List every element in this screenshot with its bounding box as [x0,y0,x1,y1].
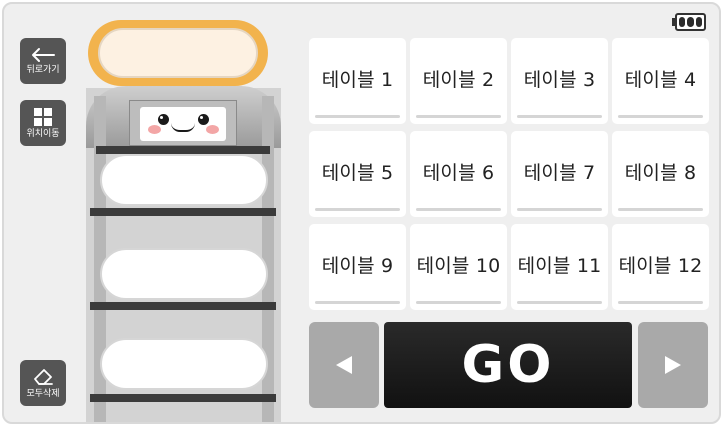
tray-4-shelf [90,394,276,402]
tray-4-plate [100,338,268,390]
table-label: 테이블 12 [618,254,703,277]
table-underline [517,208,602,211]
move-position-button[interactable]: 위치이동 [20,100,66,146]
table-button-6[interactable]: 테이블 6 [410,131,507,217]
eraser-icon [34,369,53,385]
table-underline [315,115,400,118]
clear-all-label: 모두삭제 [26,389,60,399]
table-label: 테이블 1 [321,68,394,91]
tray-2-shelf [90,208,276,216]
robot-mouth [171,123,195,132]
table-button-3[interactable]: 테이블 3 [511,38,608,124]
table-label: 테이블 4 [624,68,697,91]
battery-cell [679,17,686,27]
tray-1-selected[interactable] [88,20,268,86]
triangle-left-icon [336,356,352,374]
table-button-1[interactable]: 테이블 1 [309,38,406,124]
table-underline [517,301,602,304]
robot-cheek-left [148,125,161,134]
tray-2-plate [100,154,268,206]
tray-3[interactable] [90,240,276,310]
table-button-7[interactable]: 테이블 7 [511,131,608,217]
clear-all-button[interactable]: 모두삭제 [20,360,66,406]
grid-icon [34,108,52,126]
table-underline [618,301,703,304]
table-underline [416,208,501,211]
table-button-8[interactable]: 테이블 8 [612,131,709,217]
table-button-11[interactable]: 테이블 11 [511,224,608,310]
tray-2[interactable] [90,146,276,216]
robot-face [129,100,237,146]
back-button-label: 뒤로가기 [26,65,60,75]
battery-body [675,13,706,31]
prev-page-button[interactable] [309,322,379,408]
tray-4[interactable] [90,330,276,402]
table-grid: 테이블 1 테이블 2 테이블 3 테이블 4 테이블 5 테이블 6 테이블 … [309,38,709,310]
table-underline [618,115,703,118]
go-button[interactable]: GO [384,322,632,408]
robot-illustration [84,16,284,422]
table-label: 테이블 2 [422,68,495,91]
robot-eye-left [158,114,169,125]
battery-cell [687,17,694,27]
table-underline [315,208,400,211]
table-button-4[interactable]: 테이블 4 [612,38,709,124]
robot-cheek-right [206,125,219,134]
triangle-right-icon [665,356,681,374]
table-underline [416,301,501,304]
table-label: 테이블 8 [624,161,697,184]
table-underline [416,115,501,118]
tray-2-rail [96,146,270,154]
battery-icon [672,13,708,31]
table-underline [618,208,703,211]
table-label: 테이블 7 [523,161,596,184]
table-label: 테이블 9 [321,254,394,277]
table-underline [315,301,400,304]
next-page-button[interactable] [638,322,708,408]
back-button[interactable]: 뒤로가기 [20,38,66,84]
go-button-label: GO [461,335,555,395]
tray-3-shelf [90,302,276,310]
table-label: 테이블 5 [321,161,394,184]
arrow-left-icon [32,48,55,62]
table-label: 테이블 10 [416,254,501,277]
table-button-2[interactable]: 테이블 2 [410,38,507,124]
table-label: 테이블 6 [422,161,495,184]
tray-3-plate [100,248,268,300]
robot-eye-right [198,114,209,125]
table-label: 테이블 11 [517,254,602,277]
table-label: 테이블 3 [523,68,596,91]
table-button-9[interactable]: 테이블 9 [309,224,406,310]
table-underline [517,115,602,118]
table-button-10[interactable]: 테이블 10 [410,224,507,310]
robot-face-screen [140,107,226,141]
battery-cell [695,17,702,27]
table-button-12[interactable]: 테이블 12 [612,224,709,310]
table-button-5[interactable]: 테이블 5 [309,131,406,217]
app-frame: 뒤로가기 위치이동 모두삭제 테이블 1 테이블 2 테이블 3 테이블 4 테… [2,2,721,424]
tray-1-plate [98,28,258,78]
move-position-label: 위치이동 [26,129,60,139]
